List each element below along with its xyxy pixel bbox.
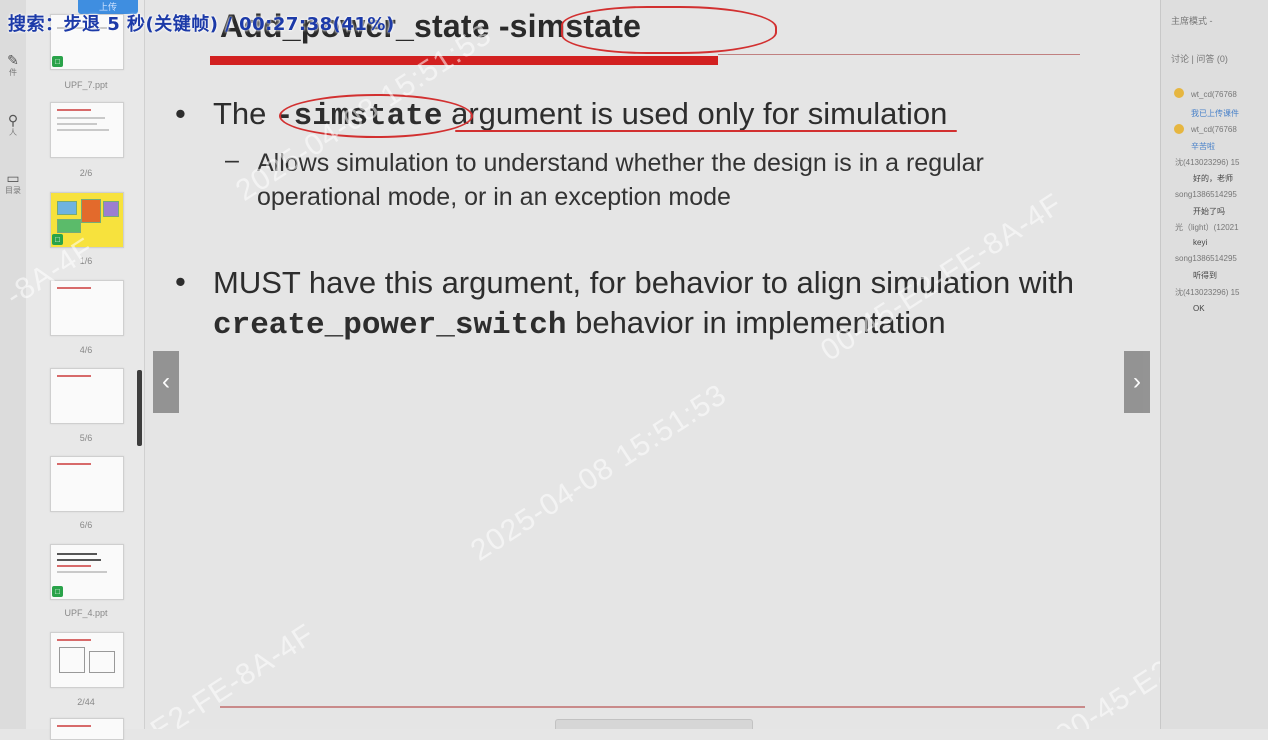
avatar: [1174, 124, 1184, 134]
ppt-badge-icon: □: [52, 234, 63, 245]
chat-message: 开始了吗: [1193, 207, 1225, 216]
pencil-icon: ✎: [7, 52, 19, 68]
mode-dropdown[interactable]: 主席模式 -: [1171, 14, 1213, 27]
chat-user: 沈(413023296) 15: [1175, 288, 1240, 297]
previous-slide-button[interactable]: ‹: [153, 351, 179, 413]
chat-message: OK: [1193, 304, 1205, 313]
bullet-marker: •: [175, 264, 186, 299]
thumbnail-slide[interactable]: [50, 632, 124, 688]
ppt-badge-icon: □: [52, 56, 63, 67]
ink-annotation-circle: [561, 6, 777, 54]
thumbnail-slide[interactable]: [50, 368, 124, 424]
tool-doc-label: 目录: [5, 186, 21, 195]
chat-user: wt_cd(76768: [1191, 125, 1237, 134]
sub-bullet-1-text: Allows simulation to understand whether …: [257, 149, 984, 211]
thumbnail-label: UPF_7.ppt: [64, 80, 108, 90]
thumbnail-label: 2/44: [77, 697, 95, 707]
chat-user: song1386514295: [1175, 254, 1237, 263]
watermark: 2025-04-08 15:51:53: [465, 377, 733, 568]
chat-message[interactable]: 我已上传课件: [1191, 108, 1239, 119]
bullet-2-code: create_power_switch: [213, 308, 567, 343]
tool-strip: ✎ 件 ⚲ 人 ▭ 目录: [0, 0, 26, 729]
slide-canvas: Add_power_state -simstate • The -simstat…: [145, 0, 1160, 729]
thumbnail-label: 2/6: [79, 168, 93, 178]
chat-tabs[interactable]: 讨论 | 问答 (0): [1171, 52, 1228, 65]
tool-edit[interactable]: ✎ 件: [0, 52, 26, 77]
thumbnail-slide[interactable]: [50, 102, 124, 158]
avatar: [1174, 88, 1184, 98]
chat-message: 听得到: [1193, 271, 1217, 280]
watermark: E2-FE-8A-4F: [145, 617, 321, 729]
footer-rule: [220, 706, 1085, 708]
thumbnail-slide[interactable]: [50, 280, 124, 336]
chat-user: 光（light）(12021: [1175, 223, 1239, 232]
title-rule: [718, 54, 1080, 55]
chat-panel: 主席模式 - 讨论 | 问答 (0) wt_cd(76768 我已上传课件 wt…: [1160, 0, 1268, 729]
chat-user: song1386514295: [1175, 190, 1237, 199]
thumbnail-label: 6/6: [79, 520, 93, 530]
thumbnail-slide[interactable]: [50, 718, 124, 740]
tool-edit-label: 件: [9, 68, 17, 77]
slide-thumbnail-panel: 上传 □ UPF_7.ppt 2/6 □ 1/6 4/6 5/6 6/6 □ U…: [26, 0, 145, 740]
chat-message: 好的，老师: [1193, 174, 1233, 183]
bullet-1-post: argument is used only for simulation: [442, 96, 948, 131]
ppt-badge-icon: □: [52, 586, 63, 597]
thumbnail-label: 4/6: [79, 345, 93, 355]
thumbnail-slide[interactable]: [50, 456, 124, 512]
sub-bullet-marker: –: [225, 146, 239, 174]
seek-status-overlay: 搜索：步退 5 秒(关键帧) / 00:27:38(41%): [8, 14, 395, 35]
slide-toolbar[interactable]: [555, 719, 753, 729]
thumbnail-scrollbar[interactable]: [137, 370, 142, 446]
tool-doc[interactable]: ▭ 目录: [0, 170, 26, 195]
tool-pin[interactable]: ⚲ 人: [0, 112, 26, 137]
bullet-marker: •: [175, 96, 186, 131]
tool-pin-label: 人: [9, 128, 17, 137]
pin-icon: ⚲: [7, 112, 19, 128]
doc-icon: ▭: [6, 170, 20, 186]
ink-annotation-underline: [455, 130, 957, 132]
chat-message: keyi: [1193, 238, 1208, 247]
chat-user: wt_cd(76768: [1191, 90, 1237, 99]
chat-user: 沈(413023296) 15: [1175, 158, 1240, 167]
next-slide-button[interactable]: ›: [1124, 351, 1150, 413]
thumbnail-label: UPF_4.ppt: [64, 608, 108, 618]
thumbnail-label: 5/6: [79, 433, 93, 443]
bullet-1-pre: The: [213, 96, 276, 131]
chat-message[interactable]: 辛苦啦: [1191, 141, 1215, 152]
